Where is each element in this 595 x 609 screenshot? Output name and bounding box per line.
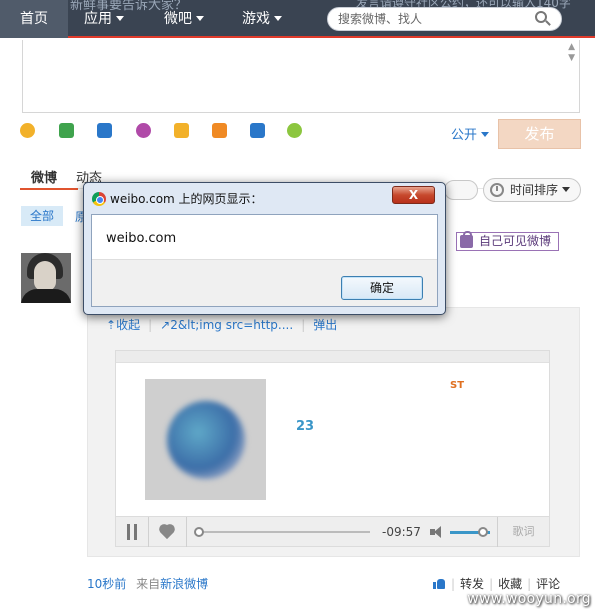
chevron-down-icon [274,16,282,21]
progress-slider[interactable] [194,527,370,537]
dialog-footer: 确定 [92,259,437,306]
nav-apps-label: 应用 [84,11,112,27]
clock-icon [490,183,504,197]
sort-label: 时间排序 [510,183,559,197]
avatar[interactable] [21,253,71,303]
scroll-down-icon[interactable]: ▼ [568,53,575,63]
track-tag: ST [450,380,465,391]
nav-weiba[interactable]: 微吧 [164,0,204,38]
nav-weiba-label: 微吧 [164,11,192,27]
chevron-down-icon [196,16,204,21]
heart-icon[interactable] [158,525,176,539]
dialog-body: weibo.com 确定 [91,214,438,307]
comment-button[interactable]: 评论 [536,577,560,591]
volume-knob[interactable] [478,527,488,537]
nav-apps[interactable]: 应用 [84,0,124,38]
like-icon[interactable] [433,577,446,589]
pause-icon[interactable] [124,524,140,540]
tab-weibo[interactable]: 微博 [31,167,57,186]
close-button[interactable]: X [392,186,435,204]
video-icon[interactable] [97,123,112,138]
sort-dropdown[interactable]: 时间排序 [483,178,581,202]
active-tab-indicator [20,188,78,190]
type-filter-dropdown[interactable] [444,180,478,200]
volume-icon[interactable] [430,526,444,538]
music-player-card: ST 23 -09:57 歌词 [115,350,550,547]
source-prefix: 来自 [136,577,161,591]
dialog-message: weibo.com [106,231,177,246]
alert-dialog: weibo.com 上的网页显示： X weibo.com 确定 [83,182,446,315]
chevron-down-icon [562,187,571,192]
popup-link[interactable]: 弹出 [313,318,337,332]
repost-button[interactable]: 转发 [460,577,484,591]
collapse-link[interactable]: ⇡收起 [106,318,140,332]
publish-button[interactable]: 发布 [498,119,581,149]
visibility-selector[interactable]: 公开 [451,124,490,143]
emoji-icon[interactable] [20,123,35,138]
lock-icon [460,231,473,248]
post-actions: | 转发 | 收藏 | 评论 [433,575,560,592]
nav-games[interactable]: 游戏 [242,0,282,38]
post-source[interactable]: 新浪微博 [160,577,208,591]
image-icon[interactable] [59,123,74,138]
private-weibo-badge: 自己可见微博 [456,231,559,251]
composer-textarea[interactable]: ▲ ▼ [22,40,580,113]
long-weibo-icon[interactable] [250,123,265,138]
scroll-up-icon[interactable]: ▲ [568,42,575,52]
chrome-icon [92,192,106,206]
filter-all[interactable]: 全部 [21,206,63,226]
search-box [327,7,562,31]
visibility-label: 公开 [451,128,478,143]
nav-home[interactable]: 首页 [0,0,68,38]
time-remaining: -09:57 [382,525,421,539]
track-title[interactable]: 23 [296,419,314,434]
private-weibo-label: 自己可见微博 [479,234,552,248]
more-icon[interactable] [287,123,302,138]
watermark: www.wooyun.org [467,591,591,607]
post-time[interactable]: 10秒前 [87,577,126,591]
post-meta: 10秒前 来自新浪微博 [87,575,208,592]
search-icon[interactable] [535,11,551,27]
player-controls: -09:57 歌词 [116,516,549,547]
topic-icon[interactable] [174,123,189,138]
progress-knob[interactable] [194,527,204,537]
media-links: ⇡收起 | ↗2&lt;img src=http.... | 弹出 [106,318,338,332]
nav-games-label: 游戏 [242,11,270,27]
favorite-button[interactable]: 收藏 [498,577,522,591]
chevron-down-icon [481,132,490,137]
source-link[interactable]: ↗2&lt;img src=http.... [160,318,293,332]
music-icon[interactable] [136,123,151,138]
vote-icon[interactable] [212,123,227,138]
ok-button[interactable]: 确定 [341,276,423,300]
music-card-header [116,351,549,363]
dialog-title: weibo.com 上的网页显示： [110,192,263,206]
search-input[interactable] [338,11,528,27]
album-cover [145,379,266,500]
lyrics-button[interactable]: 歌词 [497,517,549,547]
top-nav-bar: 新鲜事要告诉大家？ 发言请遵守社区公约，还可以输入140字 首页 应用 微吧 游… [0,0,595,38]
chevron-down-icon [116,16,124,21]
volume-slider[interactable] [450,527,490,537]
